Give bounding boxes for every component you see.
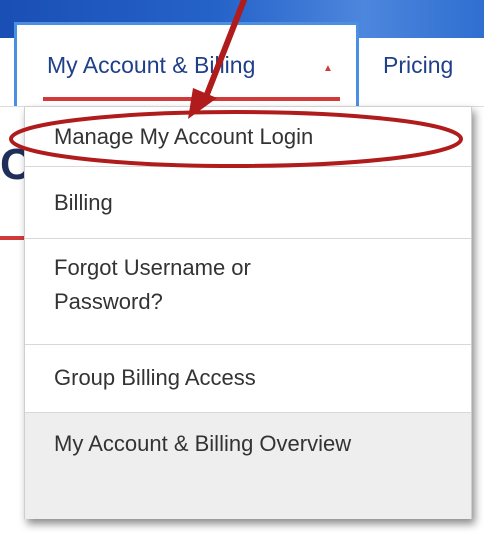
menu-item-label: Forgot Username or Password? — [54, 255, 251, 314]
menu-item-label: My Account & Billing Overview — [54, 431, 352, 456]
menu-item-forgot-username-password[interactable]: Forgot Username or Password? — [25, 239, 471, 345]
tab-my-account-billing-label[interactable]: My Account & Billing — [47, 52, 255, 79]
menu-item-group-billing-access[interactable]: Group Billing Access — [25, 345, 471, 413]
menu-item-billing[interactable]: Billing — [25, 167, 471, 239]
menu-item-label: Group Billing Access — [54, 365, 256, 390]
tab-pricing[interactable]: Pricing — [383, 52, 453, 79]
caret-up-icon: ▲ — [323, 63, 333, 74]
menu-item-manage-account-login[interactable]: Manage My Account Login — [25, 107, 471, 167]
account-billing-dropdown-menu: Manage My Account Login Billing Forgot U… — [24, 106, 472, 519]
menu-item-label: Manage My Account Login — [54, 124, 314, 149]
menu-item-label: Billing — [54, 190, 113, 215]
menu-item-account-billing-overview[interactable]: My Account & Billing Overview — [25, 413, 471, 519]
active-tab-underline — [43, 97, 340, 101]
